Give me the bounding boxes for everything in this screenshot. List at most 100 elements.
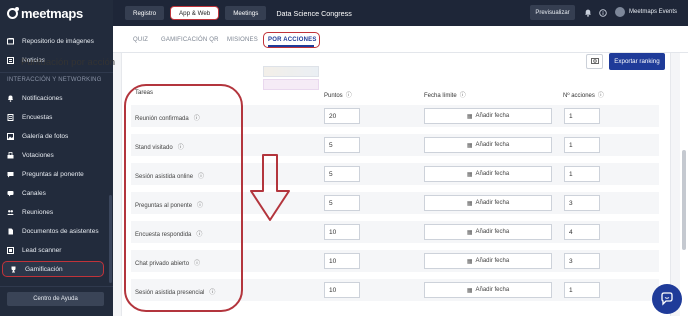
add-date-label: Añadir fecha [475, 142, 510, 148]
votes-icon [7, 151, 14, 159]
sidebar-item-lead-scanner[interactable]: Lead scanner [0, 242, 113, 258]
sidebar-item-label: Notificaciones [22, 94, 63, 102]
logo-mark-icon [7, 6, 19, 19]
tab-registro[interactable]: Registro [125, 6, 165, 20]
sidebar-item-meetings[interactable]: Reuniones [0, 204, 113, 220]
subtabs-bar: QUIZ GAMIFICACIÓN QR MISIONES POR ACCION… [113, 26, 688, 53]
add-date-label: Añadir fecha [475, 258, 510, 264]
calendar-icon: ▦ [466, 287, 473, 294]
export-ranking-button[interactable]: Exportar ranking [609, 53, 665, 70]
images-icon [7, 37, 14, 45]
meetmaps-logo[interactable]: meetmaps [0, 0, 113, 26]
actions-count-input[interactable]: 1 [564, 166, 600, 182]
info-icon[interactable] [598, 8, 607, 17]
actions-count-input[interactable]: 1 [564, 137, 600, 153]
points-input[interactable]: 10 [324, 282, 360, 298]
points-input[interactable]: 5 [324, 166, 360, 182]
info-icon[interactable]: ⓘ [598, 93, 604, 99]
sidebar-scrollbar[interactable] [109, 195, 112, 283]
subtab-quiz[interactable]: QUIZ [133, 37, 148, 43]
news-icon [7, 56, 14, 64]
add-date-button[interactable]: ▦ Añadir fecha [424, 137, 552, 153]
sidebar-item-label: Gamificación [25, 265, 63, 273]
actions-count-input[interactable]: 1 [564, 108, 600, 124]
add-date-button[interactable]: ▦ Añadir fecha [424, 224, 552, 240]
column-label: Fecha límite [424, 93, 457, 99]
column-header-deadline: Fecha límite ⓘ [424, 90, 466, 99]
points-input[interactable]: 10 [324, 224, 360, 240]
bell-icon[interactable] [583, 8, 592, 17]
points-input[interactable]: 10 [324, 253, 360, 269]
sidebar-item-votes[interactable]: Votaciones [0, 147, 113, 163]
active-subtab-indicator [268, 45, 314, 47]
add-date-button[interactable]: ▦ Añadir fecha [424, 108, 552, 124]
column-label: Puntos [324, 93, 343, 99]
sidebar-item-speaker-questions[interactable]: Preguntas al ponente [0, 166, 113, 182]
sidebar-footer-divider [0, 286, 113, 287]
add-date-button[interactable]: ▦ Añadir fecha [424, 195, 552, 211]
chat-icon [661, 292, 673, 306]
questions-icon [7, 171, 14, 178]
meetings-icon [7, 209, 14, 216]
add-date-label: Añadir fecha [475, 229, 510, 235]
sidebar-item-label: Repositorio de imágenes [22, 37, 94, 45]
add-date-label: Añadir fecha [475, 113, 510, 119]
page-scrollbar[interactable] [682, 150, 686, 250]
annotation-arrow-down-icon [250, 154, 290, 221]
sidebar-item-label: Reuniones [22, 208, 54, 216]
calendar-icon: ▦ [466, 258, 473, 265]
documents-icon [7, 228, 14, 235]
user-avatar[interactable] [615, 7, 625, 17]
camera-button[interactable] [586, 54, 603, 69]
actions-count-input[interactable]: 4 [564, 224, 600, 240]
sidebar-section-label: INTERACCIÓN Y NETWORKING [7, 77, 102, 83]
sidebar-item-gamification[interactable]: Gamificación [2, 261, 104, 277]
user-name[interactable]: Meetmaps Events [629, 9, 677, 15]
sidebar-item-label: Preguntas al ponente [22, 170, 84, 178]
calendar-icon: ▦ [466, 200, 473, 207]
sidebar-item-notifications[interactable]: Notificaciones [0, 90, 113, 106]
actions-count-input[interactable]: 3 [564, 195, 600, 211]
sidebar-item-surveys[interactable]: Encuestas [0, 109, 113, 125]
logo-text: meetmaps [21, 5, 83, 21]
sidebar-item-channels[interactable]: Canales [0, 185, 113, 201]
subtab-misiones[interactable]: MISIONES [227, 37, 258, 43]
drag-ghost-placeholder [263, 79, 319, 90]
sidebar-item-image-repository[interactable]: Repositorio de imágenes [0, 33, 113, 49]
sidebar-item-label: Documentos de asistentes [22, 227, 99, 235]
photo-gallery-icon [7, 132, 14, 140]
subtab-gamificacion-qr[interactable]: GAMIFICACIÓN QR [161, 37, 219, 43]
add-date-button[interactable]: ▦ Añadir fecha [424, 166, 552, 182]
points-input[interactable]: 20 [324, 108, 360, 124]
calendar-icon: ▦ [466, 142, 473, 149]
info-icon[interactable]: ⓘ [346, 93, 352, 99]
column-header-actions: Nº acciones ⓘ [563, 90, 604, 99]
chat-button[interactable] [652, 284, 682, 314]
info-icon[interactable]: ⓘ [460, 93, 466, 99]
preview-button[interactable]: Previsualizar [530, 5, 575, 20]
help-center-button[interactable]: Centro de Ayuda [7, 292, 104, 306]
sidebar-item-label: Galería de fotos [22, 132, 69, 140]
tab-app-web[interactable]: App & Web [170, 6, 220, 20]
add-date-button[interactable]: ▦ Añadir fecha [424, 253, 552, 269]
column-label: Nº acciones [563, 93, 595, 99]
column-header-points: Puntos ⓘ [324, 90, 352, 99]
add-date-label: Añadir fecha [475, 287, 510, 293]
top-bar: Registro App & Web Meetings Data Science… [113, 0, 688, 26]
channels-icon [7, 190, 14, 197]
actions-count-input[interactable]: 3 [564, 253, 600, 269]
annotation-oval [124, 84, 243, 312]
add-date-button[interactable]: ▦ Añadir fecha [424, 282, 552, 298]
sidebar-item-label: Votaciones [22, 151, 54, 159]
points-input[interactable]: 5 [324, 137, 360, 153]
sidebar-item-label: Encuestas [22, 113, 53, 121]
sidebar-item-photo-gallery[interactable]: Galería de fotos [0, 128, 113, 144]
actions-count-input[interactable]: 1 [564, 282, 600, 298]
drag-ghost-placeholder [263, 66, 319, 77]
tab-meetings[interactable]: Meetings [225, 6, 267, 20]
camera-icon [590, 57, 599, 66]
add-date-label: Añadir fecha [475, 200, 510, 206]
sidebar-divider [0, 72, 113, 73]
points-input[interactable]: 5 [324, 195, 360, 211]
sidebar-item-attendee-documents[interactable]: Documentos de asistentes [0, 223, 113, 239]
